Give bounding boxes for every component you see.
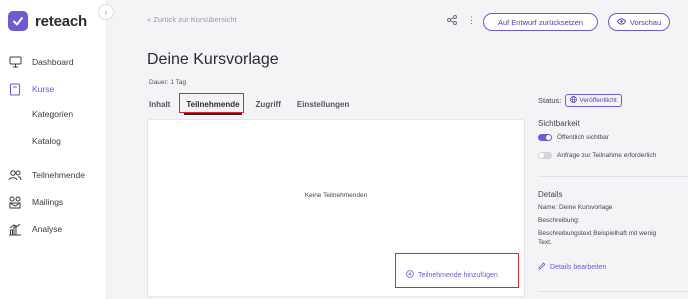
- public-visible-toggle[interactable]: [538, 134, 552, 141]
- edit-details-button[interactable]: Details bearbeiten: [538, 262, 606, 272]
- globe-icon: [570, 96, 578, 105]
- tab-inhalt[interactable]: Inhalt: [147, 96, 172, 115]
- detail-description-text: Beschreibungstext Beispielhaft mit wenig…: [538, 230, 657, 246]
- preview-button-label: Vorschau: [629, 17, 662, 27]
- course-duration: Dauer: 1 Tag: [149, 79, 187, 86]
- logo-text: reteach: [35, 12, 87, 30]
- divider: [538, 291, 688, 292]
- eye-icon: [616, 17, 626, 27]
- details-title: Details: [538, 190, 563, 199]
- book-icon: [8, 82, 22, 96]
- request-required-toggle[interactable]: [538, 152, 552, 159]
- more-options-icon[interactable]: ⋮: [467, 15, 476, 27]
- logo-icon: [8, 11, 28, 31]
- request-required-label: Anfrage zur Teilnahme erforderlich: [557, 152, 657, 159]
- sidebar-subitem-kategorien[interactable]: Kategorien: [32, 109, 73, 119]
- status-row: Status: Veröffentlicht: [538, 94, 622, 107]
- users-icon: [8, 168, 22, 182]
- detail-name: Name: Deine Kursvorlage: [538, 204, 613, 211]
- back-link-label: Zurück zur Kursübersicht: [153, 15, 237, 24]
- collapse-sidebar-button[interactable]: ‹: [98, 4, 114, 20]
- mailing-icon: [8, 195, 22, 209]
- sidebar-item-label: Dashboard: [32, 57, 74, 67]
- sidebar: reteach Dashboard Kurse Kategorien Katal…: [0, 0, 107, 299]
- chart-icon: [8, 222, 22, 236]
- sidebar-item-label: Mailings: [32, 197, 64, 207]
- public-visible-row: Öffentlich sichtbar: [538, 134, 609, 141]
- tab-einstellungen[interactable]: Einstellungen: [295, 96, 351, 115]
- preview-button[interactable]: Vorschau: [608, 13, 670, 31]
- sidebar-item-label: Analyse: [32, 224, 63, 234]
- sidebar-subitem-katalog[interactable]: Katalog: [32, 136, 61, 146]
- sidebar-item-kurse[interactable]: Kurse: [8, 82, 54, 96]
- tab-zugriff[interactable]: Zugriff: [254, 96, 283, 115]
- sidebar-item-teilnehmende[interactable]: Teilnehmende: [8, 168, 85, 182]
- detail-description-label: Beschreibung:: [538, 217, 580, 224]
- logo[interactable]: reteach: [8, 11, 87, 31]
- sidebar-item-mailings[interactable]: Mailings: [8, 195, 63, 209]
- edit-details-label: Details bearbeiten: [550, 263, 607, 271]
- request-required-row: Anfrage zur Teilnahme erforderlich: [538, 152, 656, 159]
- share-icon[interactable]: [447, 15, 457, 27]
- highlight-box: [395, 253, 519, 288]
- chevron-left-icon: ‹: [104, 7, 108, 17]
- reset-to-draft-button[interactable]: Auf Entwurf zurücksetzen: [483, 13, 598, 31]
- page-title: Deine Kursvorlage: [147, 51, 279, 68]
- main-content: « Zurück zur Kursübersicht ⋮ Auf Entwurf…: [107, 0, 688, 299]
- double-chevron-left-icon: «: [147, 15, 152, 24]
- status-badge: Veröffentlicht: [565, 94, 622, 107]
- status-label: Status:: [538, 96, 562, 105]
- sidebar-item-label: Kurse: [32, 84, 55, 94]
- sidebar-item-dashboard[interactable]: Dashboard: [8, 55, 74, 69]
- top-icons: ⋮: [447, 15, 476, 27]
- sidebar-item-analyse[interactable]: Analyse: [8, 222, 62, 236]
- divider: [538, 176, 688, 177]
- sidebar-item-label: Teilnehmende: [32, 170, 85, 180]
- visibility-title: Sichtbarkeit: [538, 119, 580, 128]
- highlight-box: [179, 93, 244, 113]
- pencil-icon: [538, 262, 546, 272]
- back-link[interactable]: « Zurück zur Kursübersicht: [147, 15, 237, 24]
- monitor-icon: [8, 55, 22, 69]
- public-visible-label: Öffentlich sichtbar: [557, 134, 609, 141]
- status-value: Veröffentlicht: [579, 97, 617, 104]
- empty-state-text: Keine Teilnehmenden: [304, 192, 368, 199]
